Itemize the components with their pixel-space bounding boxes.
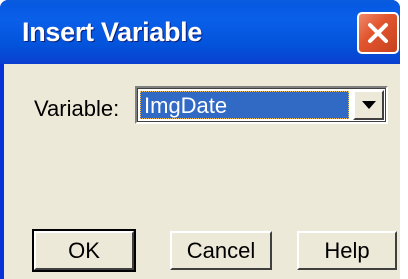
dropdown-arrow-button[interactable] (353, 90, 384, 120)
help-button[interactable]: Help (297, 231, 397, 270)
cancel-button[interactable]: Cancel (170, 231, 272, 270)
chevron-down-icon (362, 101, 376, 109)
title-bar[interactable]: Insert Variable (0, 0, 400, 64)
dialog-title: Insert Variable (22, 17, 203, 47)
close-button[interactable] (357, 12, 399, 54)
variable-label: Variable: (34, 96, 120, 121)
close-icon (368, 23, 388, 43)
ok-button[interactable]: OK (32, 229, 136, 272)
variable-selected-value[interactable]: ImgDate (140, 91, 349, 119)
insert-variable-dialog: Insert Variable Variable: ImgDate OK Can… (0, 0, 400, 279)
variable-dropdown[interactable]: ImgDate (135, 86, 388, 124)
